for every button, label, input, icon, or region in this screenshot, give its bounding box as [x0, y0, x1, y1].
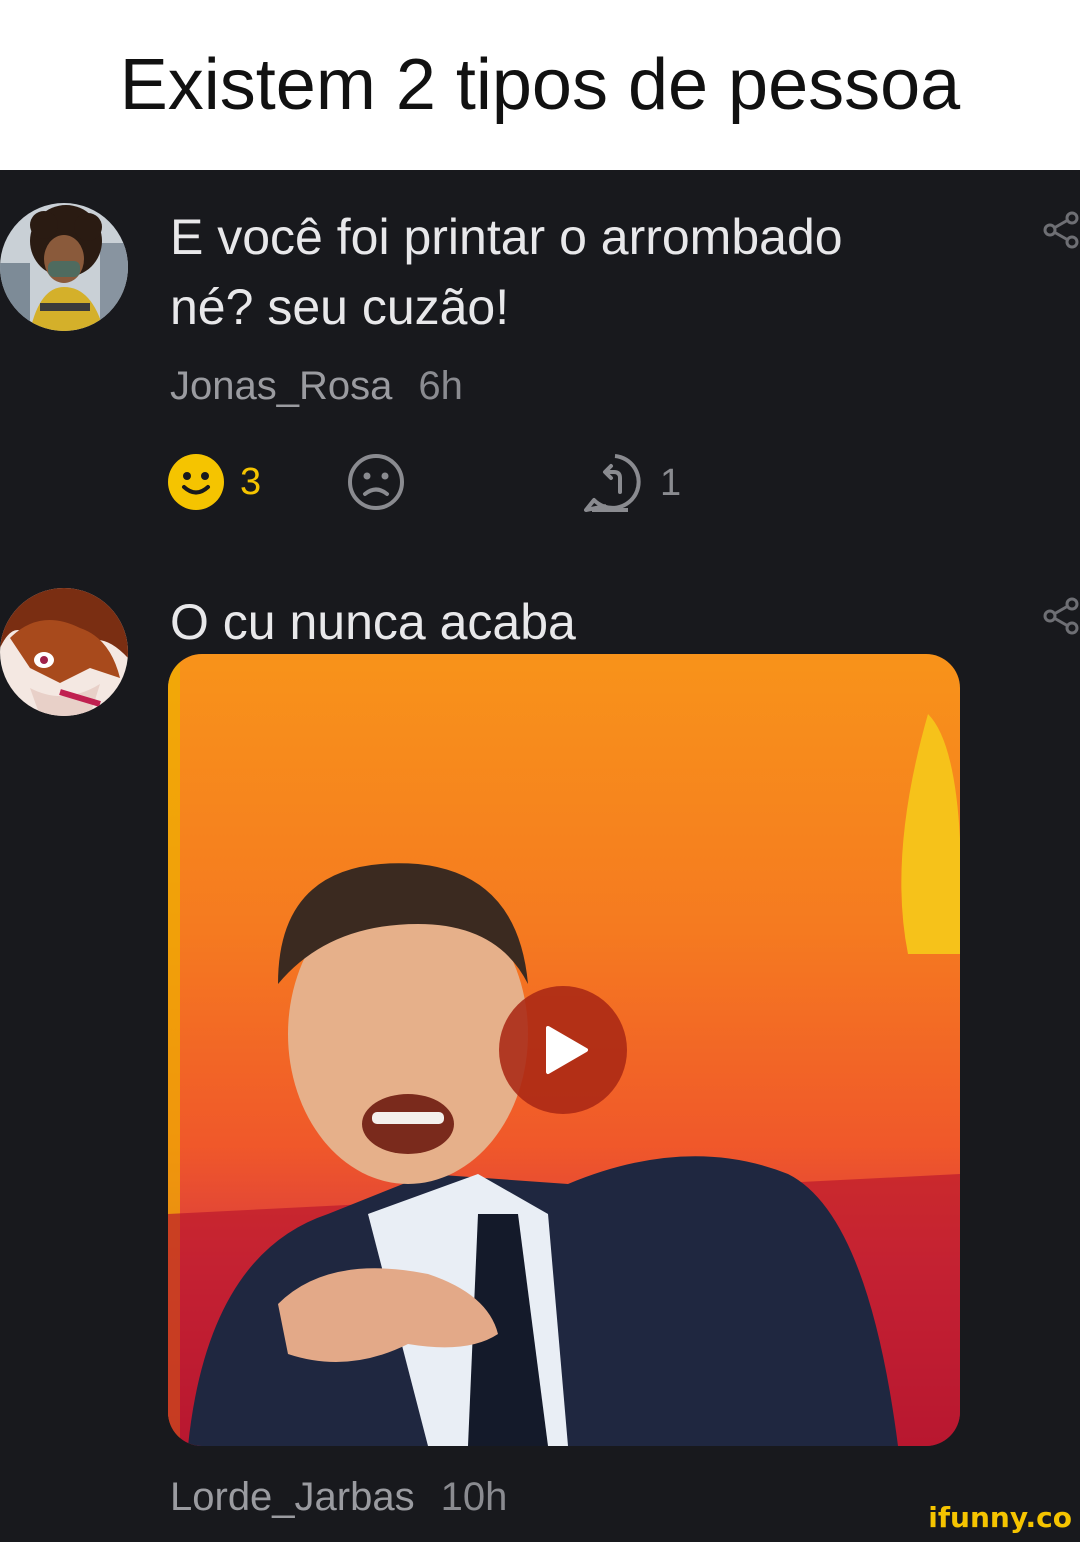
comment-meta: Jonas_Rosa 6h [170, 364, 463, 409]
meme-caption-header: Existem 2 tipos de pessoa [0, 0, 1080, 170]
anime-character-brown-hair-avatar-icon [0, 588, 128, 716]
anime-character-gasmask-avatar-icon [0, 203, 128, 331]
user-avatar[interactable] [0, 203, 128, 331]
reply-count: 1 [660, 461, 682, 504]
share-icon[interactable] [1040, 210, 1080, 250]
reply-icon [584, 454, 641, 512]
smile-button[interactable]: 3 [166, 452, 261, 512]
comment-text: O cu nunca acaba [170, 594, 576, 650]
smile-count: 3 [240, 460, 262, 503]
unsmile-icon [348, 454, 404, 510]
unsmile-button[interactable] [346, 452, 406, 512]
reply-button[interactable]: 1 [584, 452, 681, 514]
username[interactable]: Jonas_Rosa [170, 364, 392, 408]
username[interactable]: Lorde_Jarbas [170, 1475, 415, 1519]
comment-meta: Lorde_Jarbas 10h [170, 1475, 507, 1520]
reaction-bar: 3 1 [166, 452, 726, 512]
comment-text: E você foi printar o arrombado né? seu c… [170, 202, 843, 342]
share-icon[interactable] [1040, 596, 1080, 636]
timestamp: 6h [418, 364, 463, 408]
timestamp: 10h [440, 1475, 508, 1519]
smile-icon [168, 454, 224, 510]
meme-caption-title: Existem 2 tipos de pessoa [119, 45, 961, 125]
ifunny-watermark: ifunny.co [928, 1501, 1072, 1534]
user-avatar[interactable] [0, 588, 128, 716]
play-button[interactable] [499, 986, 627, 1114]
comment-text-line: E você foi printar o arrombado [170, 209, 843, 265]
comment-text-line: né? seu cuzão! [170, 279, 510, 335]
play-icon [546, 1026, 588, 1074]
